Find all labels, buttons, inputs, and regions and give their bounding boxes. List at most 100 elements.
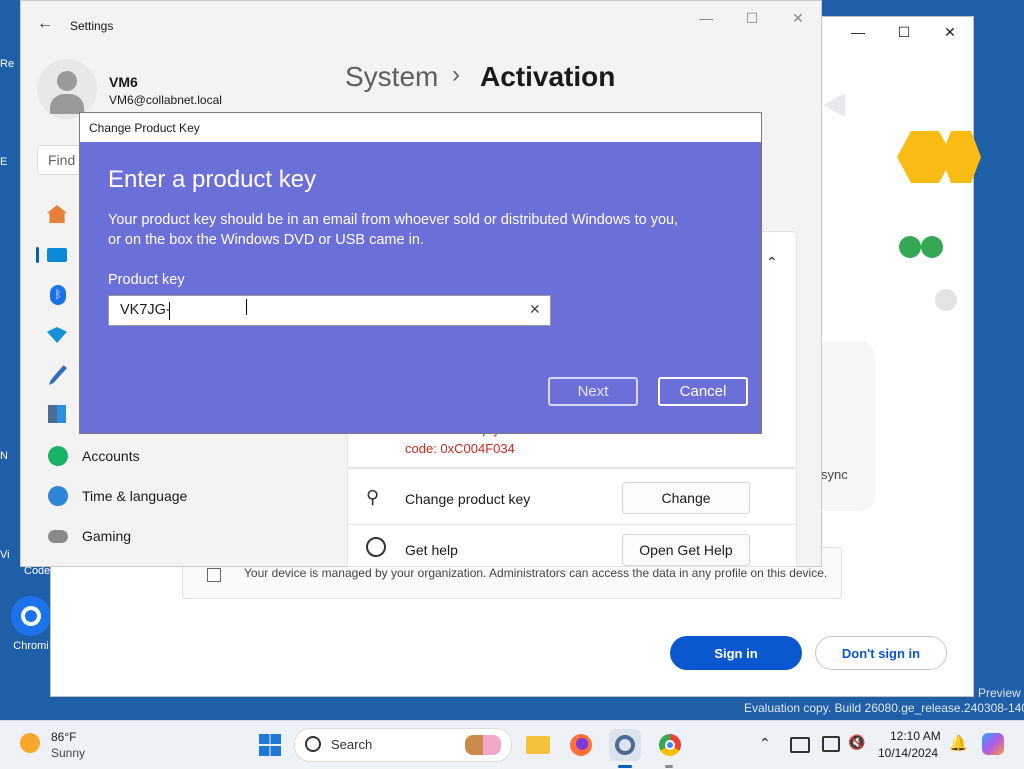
accounts-icon bbox=[48, 446, 68, 466]
next-button[interactable]: Next bbox=[548, 377, 638, 406]
firefox-button[interactable] bbox=[565, 729, 597, 761]
brush-icon[interactable] bbox=[49, 365, 67, 385]
settings-minimize-button[interactable]: — bbox=[683, 3, 729, 33]
dialog-description-line1: Your product key should be in an email f… bbox=[108, 212, 679, 228]
notification-bell-icon[interactable]: 🔔 bbox=[949, 734, 968, 752]
breadcrumb-separator: › bbox=[452, 61, 460, 88]
open-get-help-button[interactable]: Open Get Help bbox=[622, 534, 750, 566]
product-key-input[interactable]: VK7JG- ✕ bbox=[108, 295, 551, 326]
dialog-description-line2: or on the box the Windows DVD or USB cam… bbox=[108, 232, 424, 248]
help-icon bbox=[366, 537, 386, 557]
gear-icon bbox=[615, 735, 635, 755]
managed-text: Your device is managed by your organizat… bbox=[244, 566, 828, 580]
system-icon[interactable] bbox=[47, 248, 67, 262]
cancel-button[interactable]: Cancel bbox=[658, 377, 748, 406]
volume-icon[interactable]: 🔇 bbox=[848, 734, 865, 751]
decorative-grey-dot bbox=[935, 289, 957, 311]
product-key-value: VK7JG- bbox=[120, 302, 171, 318]
settings-taskbar-button[interactable] bbox=[609, 729, 641, 761]
clear-icon[interactable]: ✕ bbox=[529, 301, 541, 318]
dialog-titlebar: Change Product Key bbox=[80, 113, 761, 142]
copilot-icon[interactable] bbox=[982, 733, 1004, 755]
nav-item-accounts[interactable]: Accounts bbox=[48, 441, 140, 471]
weather-widget[interactable]: 86°F Sunny bbox=[20, 729, 100, 761]
text-cursor bbox=[169, 302, 170, 320]
apps-icon[interactable] bbox=[48, 405, 66, 423]
close-button[interactable]: ✕ bbox=[927, 17, 973, 47]
desktop-label-4: Vi bbox=[0, 549, 10, 561]
breadcrumb-parent[interactable]: System bbox=[345, 61, 438, 93]
get-help-label: Get help bbox=[405, 542, 458, 558]
clock-date[interactable]: 10/14/2024 bbox=[878, 746, 938, 760]
display-icon[interactable] bbox=[822, 736, 840, 752]
avatar bbox=[37, 59, 97, 119]
sync-text: sync bbox=[821, 467, 848, 482]
gamepad-icon bbox=[48, 529, 68, 543]
user-email: VM6@collabnet.local bbox=[109, 93, 222, 107]
change-key-label: Change product key bbox=[405, 491, 531, 507]
desktop-icon-label: Chromi bbox=[13, 640, 49, 652]
sign-in-button[interactable]: Sign in bbox=[670, 636, 802, 670]
user-name: VM6 bbox=[109, 74, 138, 90]
change-product-key-dialog: Change Product Key Enter a product key Y… bbox=[79, 112, 762, 434]
desktop-label-3: N bbox=[0, 450, 8, 462]
key-icon: ⚲ bbox=[366, 487, 380, 507]
back-arrow-icon[interactable]: ← bbox=[37, 15, 53, 33]
nav-label: Gaming bbox=[82, 528, 132, 544]
search-highlight-icon bbox=[465, 735, 501, 755]
dialog-title: Change Product Key bbox=[89, 120, 200, 135]
taskbar: 86°F Sunny Search ⌃ 🔇 12:10 AM 10/14/202… bbox=[0, 720, 1024, 769]
folder-icon bbox=[526, 736, 550, 754]
mouse-cursor bbox=[246, 299, 247, 315]
sun-icon bbox=[20, 733, 40, 753]
nav-label: Accounts bbox=[82, 448, 140, 464]
change-product-key-row: ⚲ Change product key Change bbox=[347, 468, 797, 526]
home-icon[interactable] bbox=[47, 205, 67, 223]
nav-item-time-language[interactable]: Time & language bbox=[48, 481, 187, 511]
app-title: Settings bbox=[70, 19, 114, 33]
dont-sign-in-button[interactable]: Don't sign in bbox=[815, 636, 947, 670]
decorative-triangle bbox=[823, 93, 845, 117]
chevron-up-icon[interactable]: ⌃ bbox=[759, 735, 771, 752]
watermark-preview: Preview bbox=[978, 686, 1021, 700]
weather-desc: Sunny bbox=[51, 746, 86, 760]
minimize-button[interactable]: — bbox=[835, 17, 881, 47]
desktop-label-1: Re bbox=[0, 58, 15, 70]
change-button[interactable]: Change bbox=[622, 482, 750, 514]
nav-item-gaming[interactable]: Gaming bbox=[48, 521, 131, 551]
search-icon bbox=[305, 736, 321, 752]
maximize-button[interactable]: ☐ bbox=[881, 17, 927, 47]
weather-temp: 86°F bbox=[51, 730, 77, 744]
settings-maximize-button[interactable]: ☐ bbox=[729, 3, 775, 33]
dialog-heading: Enter a product key bbox=[108, 166, 317, 193]
windows-icon bbox=[259, 734, 281, 756]
globe-icon bbox=[48, 486, 68, 506]
chevron-up-icon[interactable]: ⌃ bbox=[766, 254, 778, 271]
chrome-icon bbox=[659, 734, 681, 756]
watermark-build: Evaluation copy. Build 26080.ge_release.… bbox=[744, 701, 1024, 715]
network-icon[interactable] bbox=[790, 737, 810, 753]
nav-selected-indicator bbox=[36, 247, 39, 263]
start-button[interactable] bbox=[254, 729, 286, 761]
page-title: Activation bbox=[480, 61, 616, 92]
decorative-dot-2 bbox=[921, 236, 943, 258]
decorative-dot bbox=[899, 236, 921, 258]
decorative-hexagon-2 bbox=[941, 131, 981, 183]
desktop-icon-chromium[interactable]: Chromi bbox=[8, 596, 54, 652]
file-explorer-button[interactable] bbox=[522, 729, 554, 761]
firefox-icon bbox=[570, 734, 592, 756]
desktop-label-2: E bbox=[0, 156, 8, 168]
get-help-row: Get help Open Get Help bbox=[347, 524, 797, 567]
clock-time[interactable]: 12:10 AM bbox=[890, 729, 941, 743]
wifi-icon[interactable] bbox=[47, 327, 67, 343]
nav-label: Time & language bbox=[82, 488, 188, 504]
chromium-icon bbox=[11, 596, 51, 636]
error-code: code: 0xC004F034 bbox=[405, 441, 515, 456]
taskbar-search-box[interactable]: Search bbox=[294, 728, 512, 762]
taskbar-search-placeholder: Search bbox=[331, 737, 373, 752]
bluetooth-icon[interactable]: ᛒ bbox=[50, 285, 66, 305]
chrome-taskbar-button[interactable] bbox=[654, 729, 686, 761]
building-icon bbox=[207, 568, 221, 582]
settings-close-button[interactable]: ✕ bbox=[775, 3, 821, 33]
product-key-label: Product key bbox=[108, 272, 185, 288]
